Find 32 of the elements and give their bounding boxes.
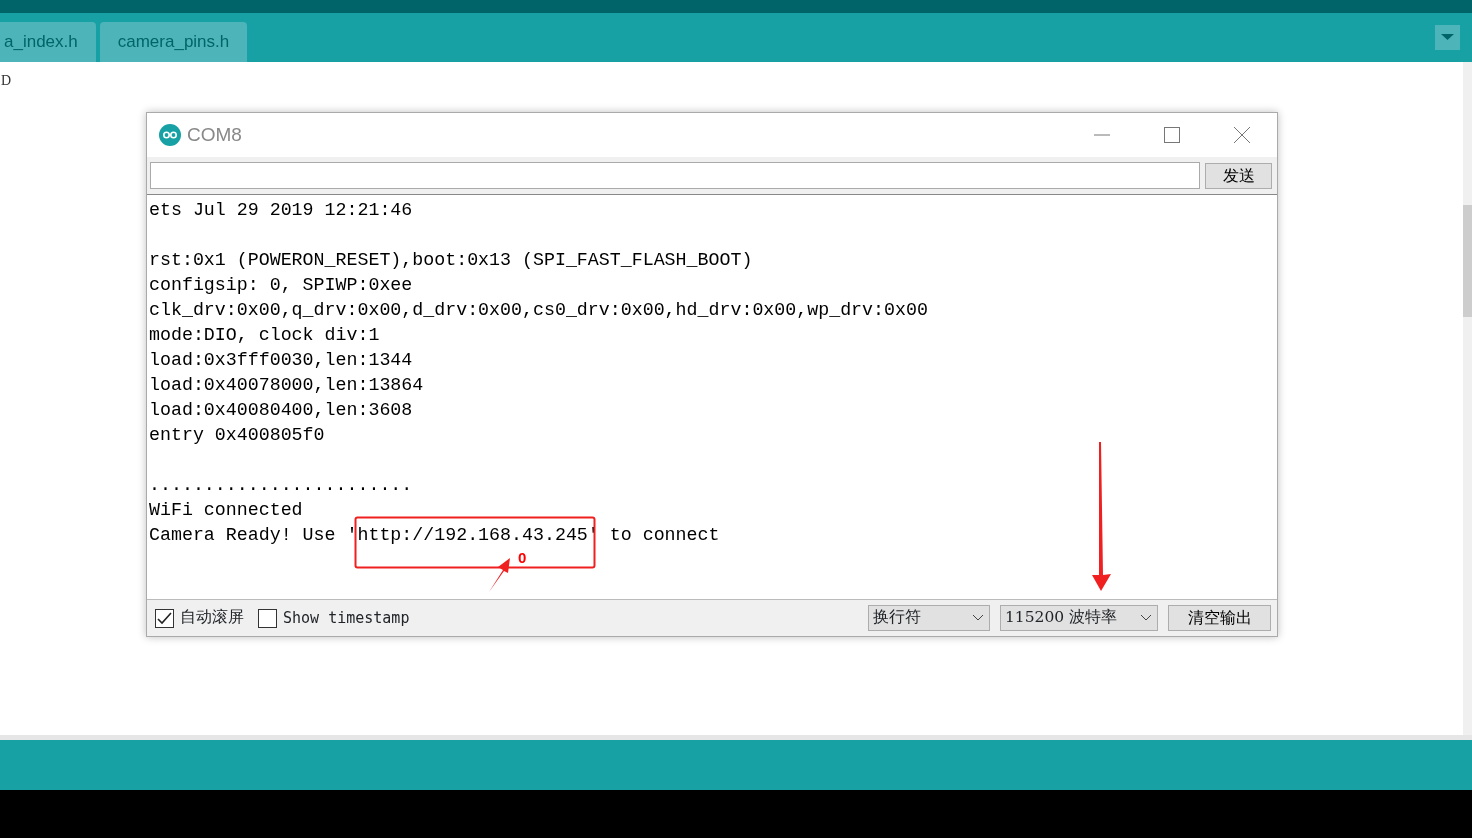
checkbox-label: Show timestamp (283, 607, 410, 629)
send-button[interactable]: 发送 (1205, 162, 1272, 189)
output-line: WiFi connected (149, 499, 303, 522)
infinity-logo-icon (159, 124, 181, 146)
chevron-icon (973, 615, 983, 621)
maximize-icon (1164, 127, 1180, 143)
menu-button[interactable] (1435, 25, 1460, 50)
scrollbar-thumb[interactable] (1463, 205, 1472, 317)
minimize-icon (1094, 134, 1110, 136)
output-line: configsip: 0, SPIWP:0xee (149, 274, 413, 297)
caret-icon (1441, 34, 1454, 41)
chevron-icon (1141, 615, 1151, 621)
annotation-text: 0 (518, 550, 527, 565)
output-line: entry 0x400805f0 (149, 424, 325, 447)
clear-output-button[interactable]: 清空输出 (1168, 605, 1271, 631)
output-line: rst:0x1 (POWERON_RESET),boot:0x13 (SPI_FAST_FLASH_BOOT) (149, 249, 753, 272)
checkbox-label: 自动滚屏 (180, 607, 244, 629)
checkbox[interactable] (155, 608, 174, 628)
output-line: ets Jul 29 2019 12:21:46 (149, 199, 413, 222)
close-icon (1234, 127, 1250, 143)
baud-rate-dropdown[interactable]: 115200 波特率 (1000, 605, 1158, 631)
input-field[interactable] (150, 162, 1200, 189)
output-line: load:0x40078000,len:13864 (149, 374, 424, 397)
output-line: load:0x40080400,len:3608 (149, 399, 413, 422)
checkbox[interactable] (258, 608, 277, 628)
output-line: load:0x3fff0030,len:1344 (149, 349, 413, 372)
output-line: mode:DIO, clock div:1 (149, 324, 380, 347)
window-title: COM8 (187, 122, 242, 147)
output-line: ........................ (149, 474, 413, 497)
output-line: clk_drv:0x00,q_drv:0x00,d_drv:0x00,cs0_drv:0x00,hd_drv:0x00,wp_drv:0x00 (149, 299, 928, 322)
code-text: D (1, 72, 12, 90)
line-ending-dropdown[interactable]: 换行符 (868, 605, 990, 631)
